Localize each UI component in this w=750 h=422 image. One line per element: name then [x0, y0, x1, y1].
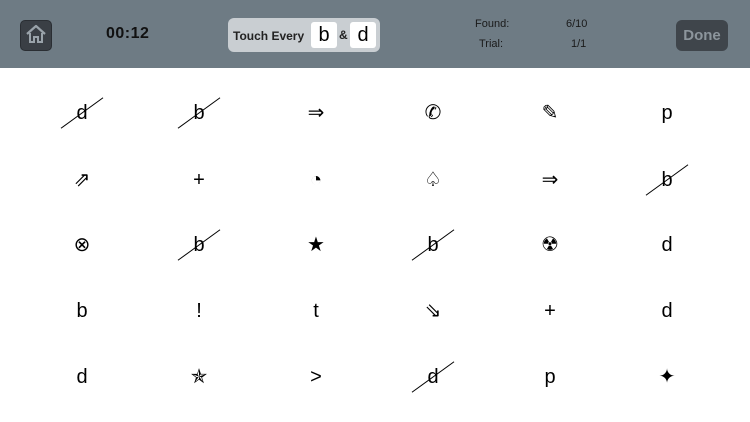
cell-symbol: ★ [307, 234, 325, 256]
cell-symbol: ✆ [424, 102, 442, 124]
grid-cell[interactable]: p [530, 357, 570, 397]
cell-symbol: d [661, 300, 673, 322]
grid-cell[interactable]: d [647, 225, 687, 265]
cell-symbol: p [544, 366, 556, 388]
grid-cell[interactable]: t [296, 291, 336, 331]
house-icon [25, 24, 47, 47]
grid-cell[interactable]: ⇘ [413, 291, 453, 331]
grid-cell[interactable]: ☢ [530, 225, 570, 265]
grid-cell[interactable]: ★ [296, 225, 336, 265]
found-label: Found: [475, 18, 510, 30]
grid-cell[interactable]: > [296, 357, 336, 397]
instruction-panel: Touch Every b & d [228, 18, 380, 52]
cell-symbol: ✦ [658, 366, 676, 388]
grid-cell[interactable]: b [411, 225, 455, 265]
grid-cell[interactable]: ♤ [413, 160, 453, 200]
grid-cell[interactable]: d [411, 357, 455, 397]
timer: 00:12 [106, 25, 150, 42]
cell-symbol: ⇗ [73, 169, 91, 191]
cell-symbol: d [661, 234, 673, 256]
grid-cell[interactable]: ◔ [296, 160, 336, 200]
grid-cell[interactable]: + [179, 160, 219, 200]
cell-symbol: ☢ [541, 234, 559, 256]
cell-symbol: ⇘ [424, 300, 442, 322]
cell-symbol: ! [196, 300, 202, 322]
instruction-label: Touch Every [233, 29, 305, 43]
trial-value: 1/1 [571, 38, 587, 50]
target-letter-2: d [350, 22, 376, 48]
grid-cell[interactable]: b [645, 160, 689, 200]
cell-symbol: ◔ [309, 169, 323, 191]
cell-symbol: b [76, 300, 88, 322]
done-button[interactable]: Done [676, 20, 728, 51]
grid-cell[interactable]: ✯ [179, 357, 219, 397]
grid-cell[interactable]: ⇒ [530, 160, 570, 200]
top-bar: 00:12 Touch Every b & d Found: 6/10 Tria… [0, 0, 750, 68]
grid-cell[interactable]: d [60, 93, 104, 133]
grid-cell[interactable]: b [177, 93, 221, 133]
grid-cell[interactable]: ✦ [647, 357, 687, 397]
cell-symbol: + [544, 300, 556, 322]
grid-cell[interactable]: d [647, 291, 687, 331]
grid-cell[interactable]: ⇗ [62, 160, 102, 200]
found-value: 6/10 [566, 18, 588, 30]
grid-cell[interactable]: d [62, 357, 102, 397]
cell-symbol: + [193, 169, 205, 191]
grid-cell[interactable]: ⊗ [62, 225, 102, 265]
cell-symbol: > [310, 366, 322, 388]
home-button[interactable] [20, 20, 52, 51]
grid-cell[interactable]: ✆ [413, 93, 453, 133]
ampersand: & [339, 28, 348, 42]
grid-cell[interactable]: b [177, 225, 221, 265]
grid-cell[interactable]: ! [179, 291, 219, 331]
cell-symbol: t [313, 300, 319, 322]
grid-cell[interactable]: ✎ [530, 93, 570, 133]
target-letter-1: b [311, 22, 337, 48]
cell-symbol: ⊗ [73, 234, 91, 256]
grid-cell[interactable]: + [530, 291, 570, 331]
cell-symbol: ✎ [541, 102, 559, 124]
cell-symbol: ⇒ [541, 169, 559, 191]
cell-symbol: d [76, 366, 88, 388]
grid-cell[interactable]: ⇒ [296, 93, 336, 133]
cell-symbol: ⇒ [307, 102, 325, 124]
grid-cell[interactable]: b [62, 291, 102, 331]
cell-symbol: ♤ [424, 169, 442, 191]
cell-symbol: p [661, 102, 673, 124]
grid-cell[interactable]: p [647, 93, 687, 133]
cell-symbol: ✯ [190, 366, 208, 388]
trial-label: Trial: [479, 38, 504, 50]
